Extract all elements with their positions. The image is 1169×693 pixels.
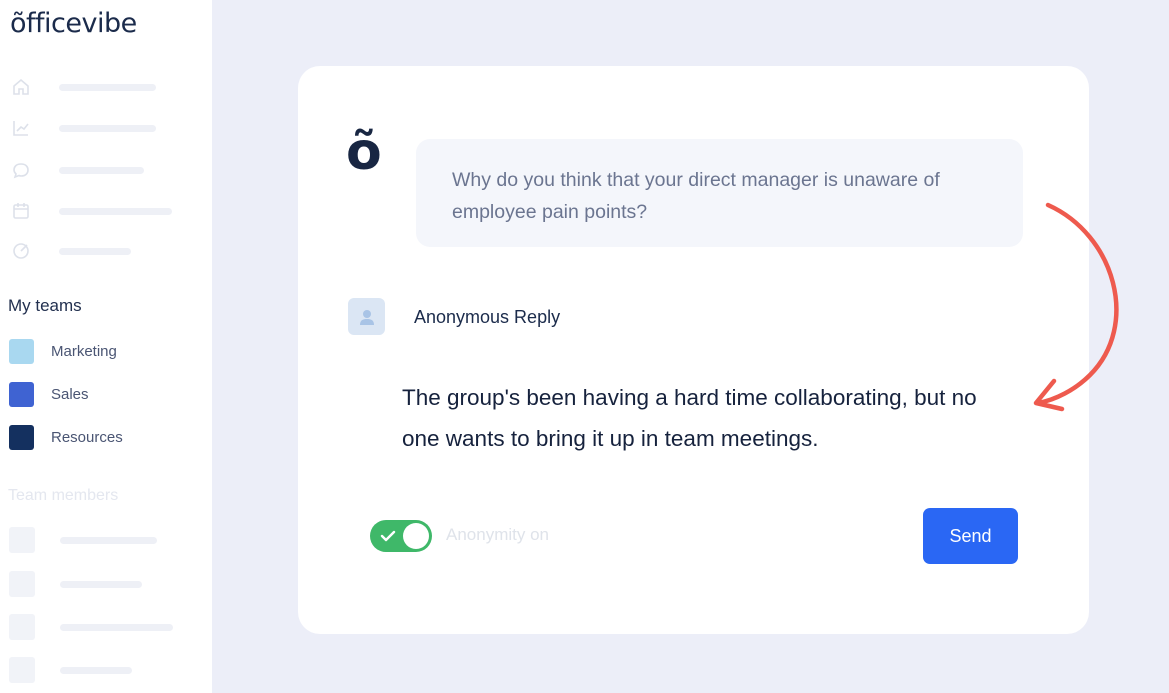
team-member-item[interactable] — [9, 657, 132, 683]
nav-item-placeholder — [59, 83, 156, 91]
team-item-marketing[interactable]: Marketing — [9, 339, 117, 364]
member-name-placeholder — [60, 666, 132, 674]
nav-item-goals[interactable] — [10, 240, 200, 262]
team-label: Sales — [51, 386, 89, 403]
reply-author-label: Anonymous Reply — [414, 307, 561, 327]
nav-item-placeholder — [59, 207, 172, 215]
nav-item-analytics[interactable] — [10, 117, 200, 139]
nav-item-conversations[interactable] — [10, 159, 200, 181]
team-color-swatch — [9, 339, 34, 364]
nav-item-home[interactable] — [10, 76, 200, 98]
chart-icon — [10, 117, 32, 139]
member-name-placeholder — [60, 580, 142, 588]
team-item-resources[interactable]: Resources — [9, 425, 123, 450]
question-bubble: Why do you think that your direct manage… — [416, 139, 1023, 247]
avatar — [9, 614, 35, 640]
member-name-placeholder — [60, 536, 157, 544]
chat-icon — [10, 159, 32, 181]
nav-item-placeholder — [59, 247, 131, 255]
anonymity-toggle[interactable] — [370, 520, 432, 552]
team-member-item[interactable] — [9, 527, 157, 553]
sidebar: õfficevibe My teams Marketing Sales Reso… — [0, 0, 212, 693]
my-teams-title: My teams — [8, 296, 82, 315]
team-color-swatch — [9, 425, 34, 450]
reply-message: The group's been having a hard time coll… — [402, 385, 977, 451]
team-item-sales[interactable]: Sales — [9, 382, 89, 407]
team-member-item[interactable] — [9, 614, 173, 640]
curved-arrow-icon — [1033, 202, 1119, 412]
target-icon — [10, 240, 32, 262]
nav-item-calendar[interactable] — [10, 200, 200, 222]
avatar — [9, 657, 35, 683]
member-name-placeholder — [60, 623, 173, 631]
nav-item-placeholder — [59, 166, 144, 174]
team-color-swatch — [9, 382, 34, 407]
avatar — [9, 571, 35, 597]
check-icon — [380, 530, 396, 542]
anonymity-label: Anonymity on — [446, 525, 549, 544]
team-member-item[interactable] — [9, 571, 142, 597]
team-members-title: Team members — [8, 487, 119, 504]
home-icon — [10, 76, 32, 98]
send-button[interactable]: Send — [923, 508, 1018, 564]
feedback-card: õ Why do you think that your direct mana… — [298, 66, 1089, 634]
nav-item-placeholder — [59, 124, 156, 132]
officevibe-brand-icon: õ — [346, 122, 382, 182]
team-label: Resources — [51, 429, 123, 446]
avatar — [9, 527, 35, 553]
question-text: Why do you think that your direct manage… — [452, 169, 940, 223]
officevibe-logo[interactable]: õfficevibe — [10, 8, 137, 39]
toggle-knob — [403, 523, 429, 549]
anonymous-avatar-icon — [348, 298, 385, 335]
calendar-icon — [10, 200, 32, 222]
team-label: Marketing — [51, 343, 117, 360]
